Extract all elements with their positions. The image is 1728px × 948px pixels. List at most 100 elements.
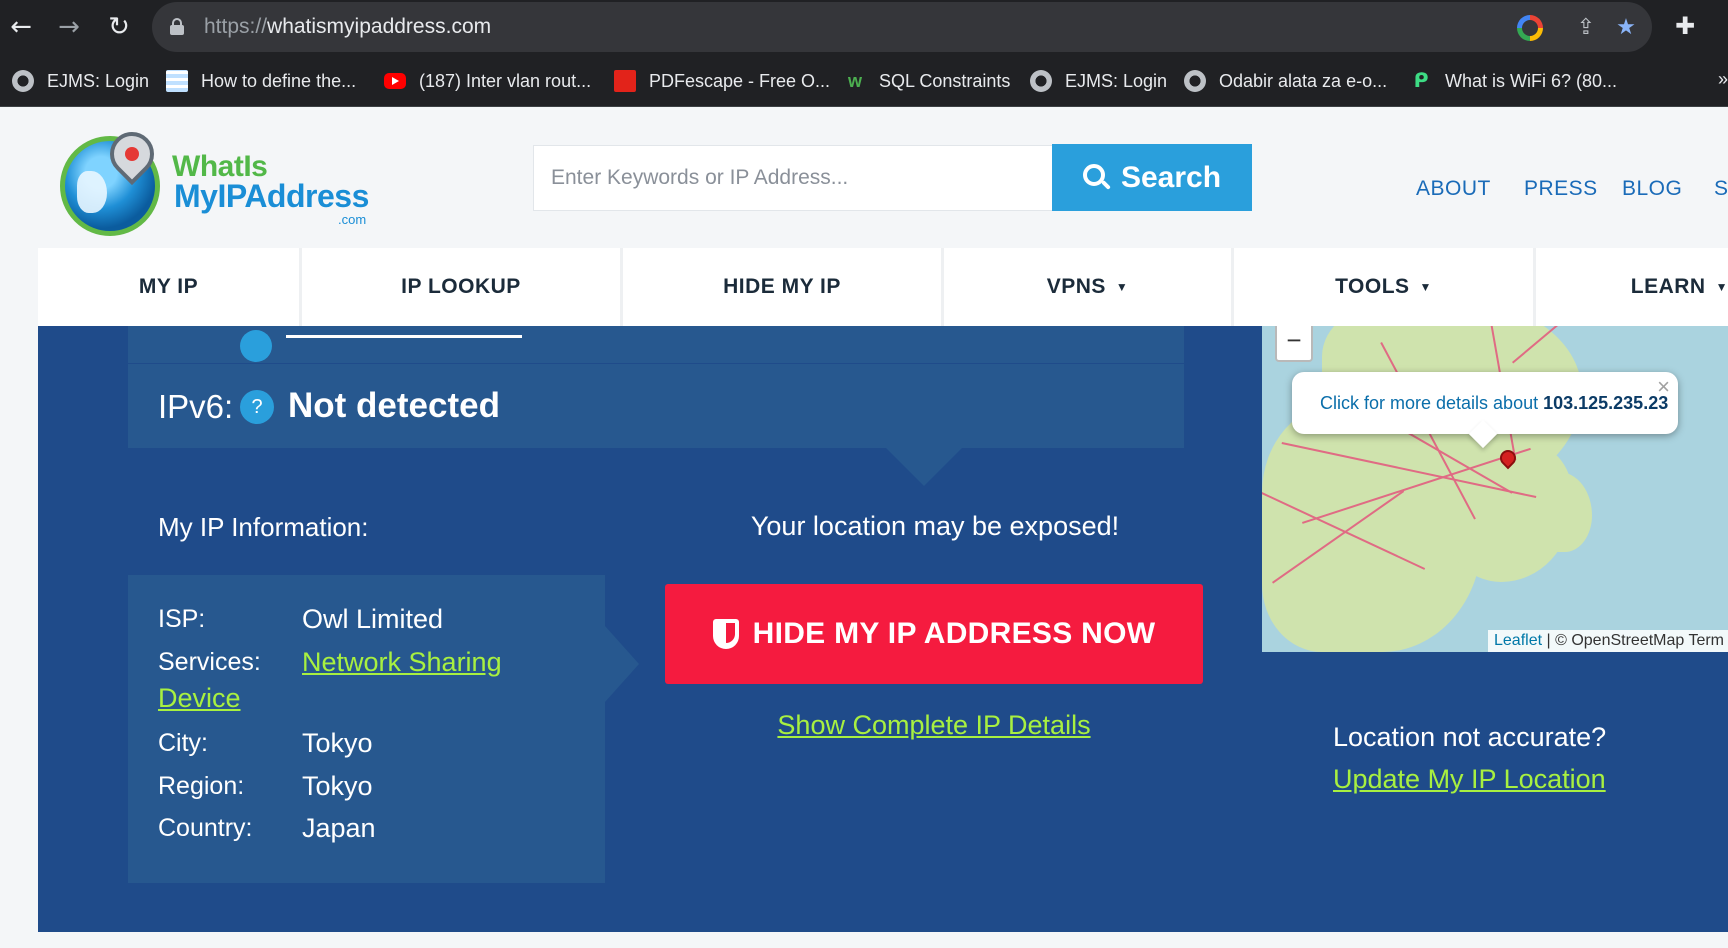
youtube-icon [384, 73, 406, 89]
nav-label: MY IP [138, 275, 199, 298]
country-label: Country: [158, 814, 253, 842]
services-link[interactable]: Network Sharing [302, 647, 502, 678]
services-label: Services: [158, 648, 261, 676]
search-button-label: Search [1120, 160, 1222, 194]
nav-ip-lookup[interactable]: IP LOOKUP [302, 248, 623, 326]
nav-label: VPNS [1046, 275, 1106, 298]
map-land [1532, 472, 1592, 552]
w3schools-icon: w [847, 71, 862, 91]
bookmark-item[interactable]: (187) Inter vlan rout... [384, 69, 591, 93]
bookmark-label: SQL Constraints [879, 70, 1011, 91]
nav-label: LEARN [1630, 275, 1706, 298]
pdf-icon [614, 70, 636, 92]
shield-icon [712, 619, 739, 649]
city-label: City: [158, 729, 208, 757]
header-link-press[interactable]: PRESS [1524, 177, 1598, 201]
ipv4-row-partial [128, 326, 1184, 366]
caret-down-icon: ▼ [1115, 280, 1129, 294]
ipv6-value: Not detected [288, 386, 500, 425]
wifi-icon: ᑭ [1413, 70, 1429, 92]
callout-pointer [886, 448, 962, 486]
sheet-icon [166, 70, 188, 92]
exposure-warning: Your location may be exposed! [750, 511, 1120, 541]
lock-icon[interactable] [170, 18, 184, 35]
popup-text-prefix: Click for more details about [1320, 393, 1544, 413]
map-attribution: Leaflet | © OpenStreetMap Term [1488, 630, 1728, 652]
url-scheme: https:// [204, 15, 268, 38]
bookmark-item[interactable]: Odabir alata za e-o... [1184, 69, 1387, 93]
logo-text-line2: MyIPAddress [174, 178, 369, 214]
nav-tools[interactable]: TOOLS ▼ [1234, 248, 1536, 326]
header-link-blog[interactable]: BLOG [1622, 177, 1682, 201]
browser-toolbar: ← → ↻ https://whatismyipaddress.com ⇪ ★ … [0, 0, 1728, 55]
bookmarks-bar: EJMS: Login How to define the... (187) I… [0, 55, 1728, 107]
location-accuracy-question: Location not accurate? [1333, 722, 1607, 752]
globe-icon [1184, 70, 1206, 92]
share-icon[interactable]: ⇪ [1572, 14, 1600, 42]
main-nav: MY IP IP LOOKUP HIDE MY IP VPNS ▼ TOOLS ▼ … [38, 248, 1728, 326]
card-pointer [605, 626, 639, 702]
services-link-continued[interactable]: Device [158, 683, 241, 714]
back-arrow-icon[interactable]: ← [4, 10, 38, 44]
address-bar[interactable]: https://whatismyipaddress.com ⇪ ★ [152, 2, 1652, 52]
forward-arrow-icon[interactable]: → [52, 10, 86, 44]
bookmark-item[interactable]: ᑭ What is WiFi 6? (80... [1410, 69, 1617, 93]
bookmark-star-icon[interactable]: ★ [1612, 14, 1640, 42]
bookmark-item[interactable]: EJMS: Login [1030, 69, 1167, 93]
popup-ip-address: 103.125.235.23 [1543, 393, 1669, 413]
nav-my-ip[interactable]: MY IP [38, 248, 302, 326]
header-link-about[interactable]: ABOUT [1416, 177, 1491, 201]
search-button[interactable]: Search [1052, 144, 1252, 211]
url-host: whatismyipaddress.com [267, 15, 492, 38]
close-icon[interactable]: × [1657, 374, 1670, 400]
ipv6-row: IPv6: ? Not detected [128, 364, 1184, 448]
bookmark-label: (187) Inter vlan rout... [419, 70, 592, 91]
bookmark-item[interactable]: How to define the... [166, 69, 356, 93]
map-popup-text[interactable]: Click for more details about 103.125.235… [1320, 393, 1668, 414]
url-text[interactable]: https://whatismyipaddress.com [204, 15, 491, 39]
nav-label: TOOLS [1335, 275, 1410, 298]
hide-my-ip-button[interactable]: HIDE MY IP ADDRESS NOW [665, 584, 1203, 684]
region-value: Tokyo [302, 771, 373, 801]
region-label: Region: [158, 772, 245, 800]
nav-hide-my-ip[interactable]: HIDE MY IP [623, 248, 944, 326]
header-link-truncated[interactable]: S [1714, 177, 1728, 201]
nav-label: HIDE MY IP [723, 275, 841, 298]
map-zoom-out-button[interactable]: − [1275, 326, 1313, 362]
search-box [533, 145, 1053, 211]
isp-value: Owl Limited [302, 604, 444, 634]
city-value: Tokyo [302, 728, 373, 758]
attribution-text: | © OpenStreetMap Term [1542, 632, 1724, 649]
nav-vpns[interactable]: VPNS ▼ [944, 248, 1234, 326]
bookmark-item[interactable]: EJMS: Login [12, 69, 149, 93]
site-logo[interactable]: WhatIs MyIPAddress .com [60, 122, 380, 238]
help-icon[interactable] [240, 330, 272, 362]
caret-down-icon: ▼ [1419, 280, 1432, 294]
reload-icon[interactable]: ↻ [102, 10, 136, 44]
isp-label: ISP: [158, 605, 206, 633]
globe-icon [1030, 70, 1052, 92]
leaflet-link[interactable]: Leaflet [1494, 632, 1542, 649]
ipv4-value-partial[interactable] [286, 330, 522, 338]
ip-content-panel: IPv6: ? Not detected My IP Information: … [38, 326, 1728, 932]
location-map[interactable]: − Click for more details about 103.125.2… [1262, 326, 1728, 652]
ip-info-card: ISP: Owl Limited Services: Network Shari… [128, 575, 605, 883]
help-icon[interactable]: ? [240, 390, 274, 424]
bookmark-item[interactable]: w SQL Constraints [844, 69, 1010, 93]
extensions-puzzle-icon[interactable]: ✚ [1670, 12, 1700, 42]
hide-my-ip-button-label: HIDE MY IP ADDRESS NOW [752, 617, 1156, 650]
show-ip-details-link[interactable]: Show Complete IP Details [665, 710, 1203, 741]
google-lens-icon[interactable] [1517, 15, 1543, 41]
bookmark-label: What is WiFi 6? (80... [1445, 70, 1618, 91]
bookmark-item[interactable]: PDFescape - Free O... [614, 69, 830, 93]
bookmarks-overflow-icon[interactable]: » [1718, 69, 1728, 90]
nav-learn[interactable]: LEARN ▼ [1536, 248, 1728, 326]
bookmark-label: How to define the... [201, 70, 357, 91]
bookmark-label: PDFescape - Free O... [649, 70, 831, 91]
search-icon [1082, 163, 1111, 192]
logo-text-line3: .com [338, 212, 367, 227]
ip-info-title: My IP Information: [158, 512, 369, 542]
search-input[interactable] [534, 146, 1052, 210]
update-location-link[interactable]: Update My IP Location [1333, 764, 1606, 795]
ipv6-label: IPv6: [158, 388, 234, 425]
